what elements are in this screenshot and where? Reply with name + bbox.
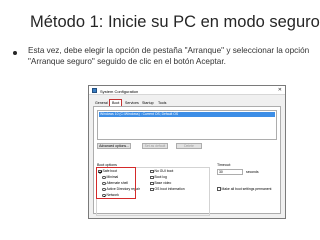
make-permanent-checkbox[interactable]: Make all boot settings permanent [217,187,277,191]
set-default-button[interactable]: Set as default [142,143,168,149]
no-gui-boot-label: No GUI boot [154,169,174,173]
base-video-label: Base video [154,181,172,185]
advanced-options-button[interactable]: Advanced options... [97,143,131,149]
dialog-titlebar: System Configuration ✕ [89,86,285,95]
highlight-box [96,167,136,199]
base-video-check[interactable] [150,181,154,186]
slide-title: Método 1: Inicie su PC en modo seguro [30,13,320,31]
bullet-text: Esta vez, debe elegir la opción de pesta… [28,46,310,66]
timeout-label: Timeout: [217,163,231,167]
app-icon [92,88,97,93]
no-gui-boot-check[interactable] [150,169,154,174]
os-boot-info-label: OS boot information [154,187,185,191]
tab-bar: General Boot Services Startup Tools [93,99,283,106]
os-boot-info-check[interactable] [150,187,154,192]
tab-boot[interactable]: Boot [109,99,123,106]
os-list[interactable]: Windows 10 (C:\Windows) : Current OS; De… [97,110,277,140]
boot-log-check[interactable] [150,175,154,180]
base-video-checkbox[interactable]: Base video [150,181,171,186]
delete-button[interactable]: Delete [176,143,202,149]
timeout-input[interactable]: 30 [217,169,243,175]
os-boot-info-checkbox[interactable]: OS boot information [150,187,185,192]
boot-log-label: Boot log [154,175,167,179]
no-gui-boot-checkbox[interactable]: No GUI boot [150,169,173,174]
boot-log-checkbox[interactable]: Boot log [150,175,167,180]
system-configuration-dialog: System Configuration ✕ General Boot Serv… [88,85,286,219]
timeout-unit: seconds [246,170,259,174]
dialog-title: System Configuration [100,88,139,94]
close-icon[interactable]: ✕ [278,87,282,93]
boot-panel: Windows 10 (C:\Windows) : Current OS; De… [93,106,281,216]
make-permanent-check[interactable] [217,187,221,191]
bullet-dot [13,51,17,55]
os-list-item[interactable]: Windows 10 (C:\Windows) : Current OS; De… [99,112,275,117]
make-permanent-label: Make all boot settings permanent [221,187,272,192]
